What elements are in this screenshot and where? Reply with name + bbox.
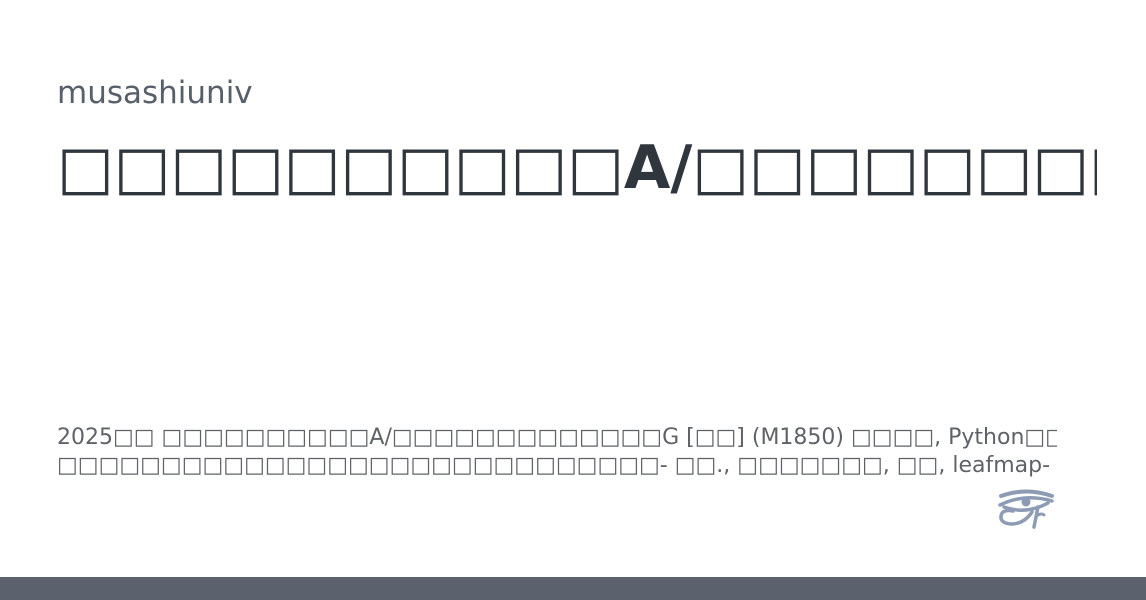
social-preview-card: musashiuniv □□□□□□□□□□A/□□□□□□□□□□□□□G 2… [0, 0, 1146, 600]
repository-owner: musashiuniv [57, 75, 253, 111]
bottom-bar [0, 577, 1146, 600]
repository-title: □□□□□□□□□□A/□□□□□□□□□□□□□G [57, 133, 1097, 203]
eye-of-horus-icon [996, 488, 1056, 532]
description-line-1: 2025□□ □□□□□□□□□□A/□□□□□□□□□□□□□G [□□] (… [57, 425, 1057, 450]
description-line-2: □□□□□□□□□□□□□□□□□□□□□□□□□□□□□- □□., □□□□… [57, 453, 1057, 478]
repository-description: 2025□□ □□□□□□□□□□A/□□□□□□□□□□□□□G [□□] (… [57, 424, 1057, 480]
